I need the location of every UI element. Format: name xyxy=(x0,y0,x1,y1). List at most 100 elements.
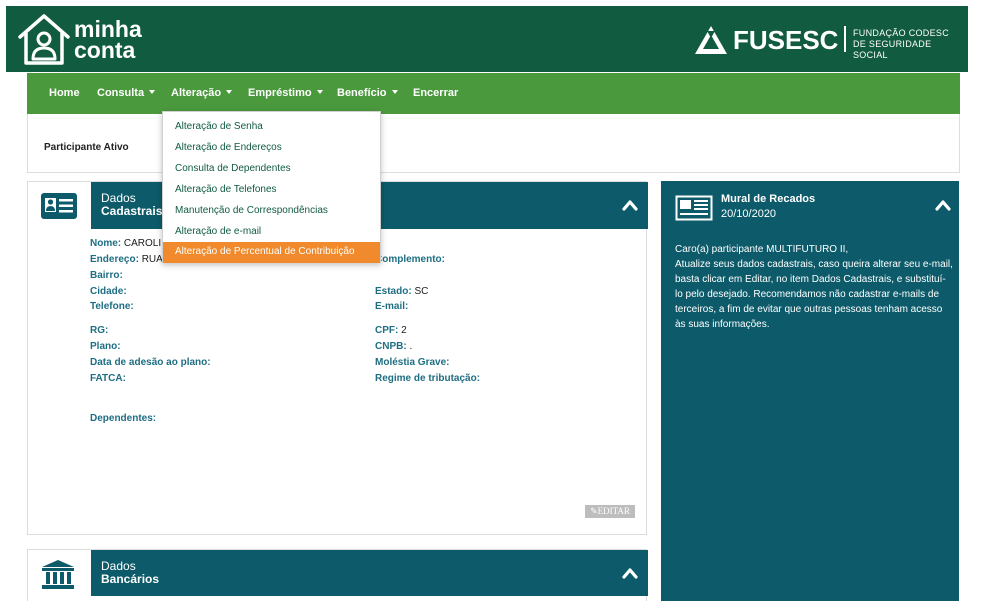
mural-de-recados-panel: Mural de Recados 20/10/2020 Caro(a) part… xyxy=(661,181,959,601)
field-label: Nome: xyxy=(90,238,122,249)
brand-sub-line1: FUNDAÇÃO CODESC xyxy=(853,28,950,38)
menu-item-alteracao-telefones[interactable]: Alteração de Telefones xyxy=(175,184,277,195)
minha-conta-logo[interactable]: minha conta xyxy=(16,11,176,67)
menu-item-alteracao-senha[interactable]: Alteração de Senha xyxy=(175,121,263,132)
field-label: Endereço: xyxy=(90,254,139,265)
menu-item-manutencao-correspondencias[interactable]: Manutenção de Correspondências xyxy=(175,205,328,216)
top-header: minha conta FUSESC FUNDAÇÃO CODESC DE SE… xyxy=(6,6,968,72)
logo-text: minha conta xyxy=(74,18,142,63)
field-label: RG: xyxy=(90,325,109,336)
logo-line2: conta xyxy=(74,37,136,63)
field-label: Complemento: xyxy=(375,254,445,265)
field-label: Telefone: xyxy=(90,301,134,312)
field-regime-tributacao: Regime de tributação: xyxy=(375,373,480,384)
alteracao-dropdown-menu: Alteração de Senha Alteração de Endereço… xyxy=(162,111,381,263)
field-cidade: Cidade: xyxy=(90,286,127,297)
chevron-up-icon[interactable] xyxy=(935,199,951,211)
participant-status: Participante Ativo xyxy=(44,142,129,153)
field-label: FATCA: xyxy=(90,373,126,384)
menu-item-alteracao-enderecos[interactable]: Alteração de Endereços xyxy=(175,142,282,153)
field-complemento: Complemento: xyxy=(375,254,445,265)
field-label: Data de adesão ao plano: xyxy=(90,357,211,368)
card-title: Dados Cadastrais xyxy=(101,192,162,218)
brand-sub-line2: DE SEGURIDADE SOCIAL xyxy=(853,39,932,60)
field-label: Regime de tributação: xyxy=(375,373,481,384)
nav-beneficio[interactable]: Benefício xyxy=(337,87,398,99)
recycle-triangle-icon xyxy=(695,26,727,54)
id-card-icon xyxy=(41,193,77,219)
chevron-up-icon[interactable] xyxy=(622,567,638,579)
nav-encerrar-label: Encerrar xyxy=(413,87,459,99)
card-title-line2-text: Cadastrais xyxy=(101,204,163,218)
field-value: CAROLI xyxy=(123,238,162,249)
mural-greeting: Caro(a) participante MULTIFUTURO II, xyxy=(675,244,849,255)
field-fatca: FATCA: xyxy=(90,373,126,384)
nav-home-label: Home xyxy=(49,87,80,99)
dados-bancarios-header[interactable]: Dados Bancários xyxy=(91,550,648,596)
dados-bancarios-card: Dados Bancários xyxy=(27,549,648,601)
nav-alteracao-label: Alteração xyxy=(171,87,222,99)
bank-icon xyxy=(42,560,74,589)
caret-down-icon xyxy=(226,90,233,94)
field-molestia-grave: Moléstia Grave: xyxy=(375,357,449,368)
nav-emprestimo-label: Empréstimo xyxy=(248,87,312,99)
page: minha conta FUSESC FUNDAÇÃO CODESC DE SE… xyxy=(0,0,988,601)
field-label: Plano: xyxy=(90,341,121,352)
nav-consulta-label: Consulta xyxy=(97,87,145,99)
menu-item-alteracao-email[interactable]: Alteração de e-mail xyxy=(175,226,261,237)
brand-name: FUSESC xyxy=(733,25,839,55)
field-value: RUA xyxy=(141,254,163,265)
field-data-adesao: Data de adesão ao plano: xyxy=(90,357,211,368)
mural-title: Mural de Recados xyxy=(721,193,816,205)
field-label: Estado: xyxy=(375,286,412,297)
nav-alteracao[interactable]: Alteração xyxy=(171,87,233,99)
field-label: Dependentes: xyxy=(90,413,157,424)
field-rg: RG: xyxy=(90,325,108,336)
field-bairro: Bairro: xyxy=(90,270,123,281)
caret-down-icon xyxy=(316,90,323,94)
menu-item-label: Alteração de Percentual de Contribuição xyxy=(175,246,355,257)
field-telefone: Telefone: xyxy=(90,301,134,312)
newspaper-icon xyxy=(675,195,713,221)
fusesc-logo: FUSESC FUNDAÇÃO CODESC DE SEGURIDADE SOC… xyxy=(693,22,968,61)
menu-item-alteracao-percentual-contribuicao[interactable]: Alteração de Percentual de Contribuição xyxy=(163,242,380,263)
field-value: SC xyxy=(414,286,429,297)
card-title-line2: Bancários xyxy=(101,573,159,586)
mural-date: 20/10/2020 xyxy=(721,208,777,220)
edit-button[interactable]: ✎EDITAR xyxy=(585,505,635,518)
nav-beneficio-label: Benefício xyxy=(337,87,387,99)
field-label: E-mail: xyxy=(375,301,409,312)
caret-down-icon xyxy=(391,90,398,94)
card-title-line2: Cadastrais xyxy=(101,205,162,218)
nav-emprestimo[interactable]: Empréstimo xyxy=(248,87,323,99)
field-dependentes: Dependentes: xyxy=(90,413,156,424)
field-email: E-mail: xyxy=(375,301,408,312)
field-label: CNPB: xyxy=(375,341,407,352)
field-label: Bairro: xyxy=(90,270,123,281)
field-plano: Plano: xyxy=(90,341,121,352)
nav-home[interactable]: Home xyxy=(49,87,80,99)
mural-message: Caro(a) participante MULTIFUTURO II, Atu… xyxy=(675,242,953,332)
field-cnpb: CNPB: . xyxy=(375,341,412,352)
field-estado: Estado: SC xyxy=(375,286,428,297)
field-value: . xyxy=(409,341,413,352)
brand-subtitle: FUNDAÇÃO CODESC DE SEGURIDADE SOCIAL xyxy=(853,28,968,61)
house-user-icon xyxy=(18,14,70,65)
chevron-up-icon[interactable] xyxy=(622,199,638,211)
field-label: Moléstia Grave: xyxy=(375,357,450,368)
field-cpf: CPF: 2 xyxy=(375,325,407,336)
mural-text: Atualize seus dados cadastrais, caso que… xyxy=(675,259,953,330)
main-nav: Home Consulta Alteração Empréstimo Benef… xyxy=(27,73,960,114)
nav-encerrar[interactable]: Encerrar xyxy=(413,87,458,99)
field-value: 2 xyxy=(401,325,407,336)
field-label: Cidade: xyxy=(90,286,127,297)
menu-item-consulta-dependentes[interactable]: Consulta de Dependentes xyxy=(175,163,291,174)
nav-consulta[interactable]: Consulta xyxy=(97,87,156,99)
caret-down-icon xyxy=(149,90,156,94)
field-label: CPF: xyxy=(375,325,399,336)
card-title: Dados Bancários xyxy=(101,560,159,586)
field-endereco: Endereço: RUA xyxy=(90,254,163,265)
brand-separator xyxy=(844,26,846,52)
field-nome: Nome: CAROLI xyxy=(90,238,161,249)
card-title-line2-text: Bancários xyxy=(101,572,160,586)
